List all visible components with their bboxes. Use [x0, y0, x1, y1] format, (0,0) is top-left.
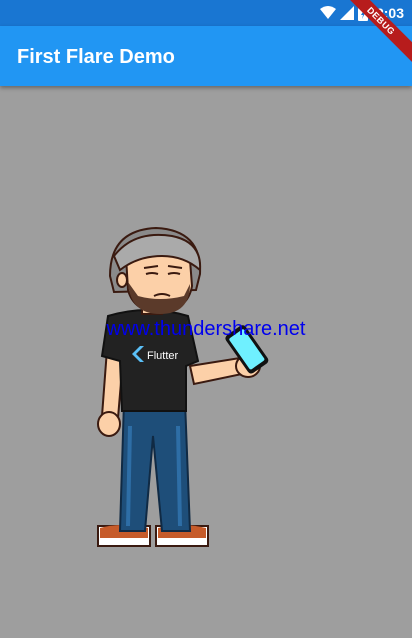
wifi-icon	[320, 6, 336, 19]
app-bar: First Flare Demo	[0, 26, 412, 86]
shirt-label: Flutter	[147, 350, 179, 362]
signal-icon	[340, 6, 354, 20]
status-bar: 12:03	[0, 0, 412, 26]
watermark-text: www.thundershare.net	[106, 318, 306, 340]
flare-character-animation: Flutter	[97, 226, 269, 547]
app-title: First Flare Demo	[17, 46, 175, 68]
flare-content: Flutter www.thundershare.net	[0, 86, 412, 638]
